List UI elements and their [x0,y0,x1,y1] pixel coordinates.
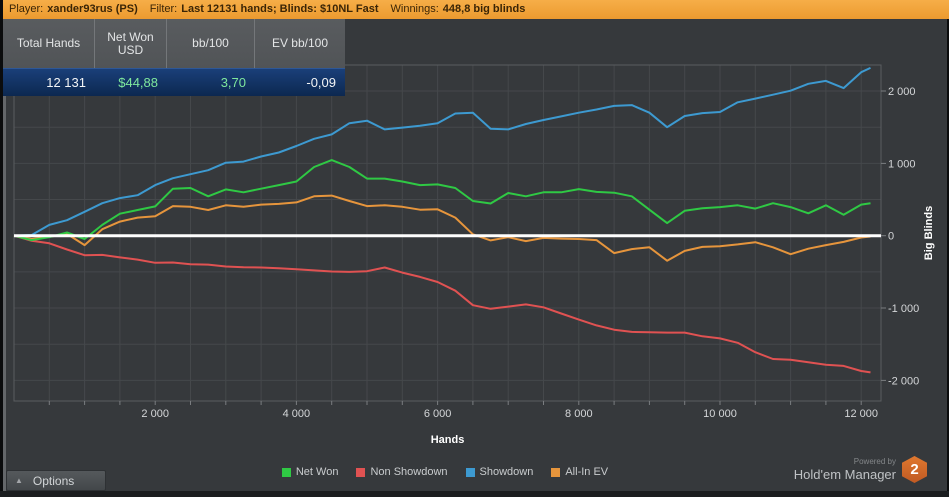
ev-bb100-value: -0,09 [306,75,336,90]
legend-item-showdown: Showdown [465,466,534,478]
legend-swatch-icon [465,467,475,477]
x-tick-label: 10 000 [703,408,737,420]
x-tick-label: 12 000 [844,408,878,420]
total-hands-value: 12 131 [46,75,86,90]
options-button[interactable]: ▲ Options [6,470,106,491]
stats-header-row: Total Hands Net Won USD bb/100 EV bb/100 [3,19,345,68]
hm2-logo-icon: 2 [902,456,927,483]
legend-swatch-icon [356,467,366,477]
bb100-value: 3,70 [220,75,246,90]
stats-value-row[interactable]: 12 131 $44,88 3,70 -0,09 [3,68,345,96]
x-tick-label: 2 000 [141,408,169,420]
net-won-usd-value: $44,88 [118,75,158,90]
x-tick-label: 4 000 [283,408,311,420]
powered-by-block: Powered by Hold'em Manager 2 [794,456,927,483]
column-header-ev-bb100: EV bb/100 [271,36,329,50]
column-header-bb100: bb/100 [167,19,255,68]
column-header-total-hands: Total Hands [3,19,95,68]
legend-swatch-icon [281,467,291,477]
collapse-arrow-icon: ▲ [15,476,23,485]
legend-label: Showdown [479,466,534,478]
series-non-showdown [13,234,871,374]
y-tick-label: -1 000 [888,303,919,315]
series-net-won [13,159,871,242]
legend-label: All-In EV [565,466,609,478]
y-tick-label: 2 000 [888,86,916,98]
x-tick-label: 8 000 [565,408,593,420]
x-tick-label: 6 000 [424,408,452,420]
chart-legend: Net Won Non Showdown Showdown All-In EV [0,466,890,478]
powered-by-label: Powered by [853,457,896,466]
brand-name: Hold'em Manager [793,467,896,482]
y-axis-title: Big Blinds [923,206,935,260]
legend-item-net-won: Net Won [281,466,339,478]
legend-swatch-icon [551,467,561,477]
y-tick-label: -2 000 [888,375,919,387]
column-header-net-won-usd: Net Won USD [95,19,167,68]
legend-item-non-showdown: Non Showdown [356,466,448,478]
y-tick-label: 0 [888,231,894,243]
legend-item-all-in-ev: All-In EV [551,466,608,478]
legend-label: Non Showdown [370,466,448,478]
options-button-label: Options [32,473,75,488]
y-tick-label: 1 000 [888,158,916,170]
x-axis-title: Hands [431,434,465,446]
legend-label: Net Won [295,466,339,478]
stats-table: Total Hands Net Won USD bb/100 EV bb/100… [3,19,345,96]
hm2-logo-number: 2 [910,461,919,478]
